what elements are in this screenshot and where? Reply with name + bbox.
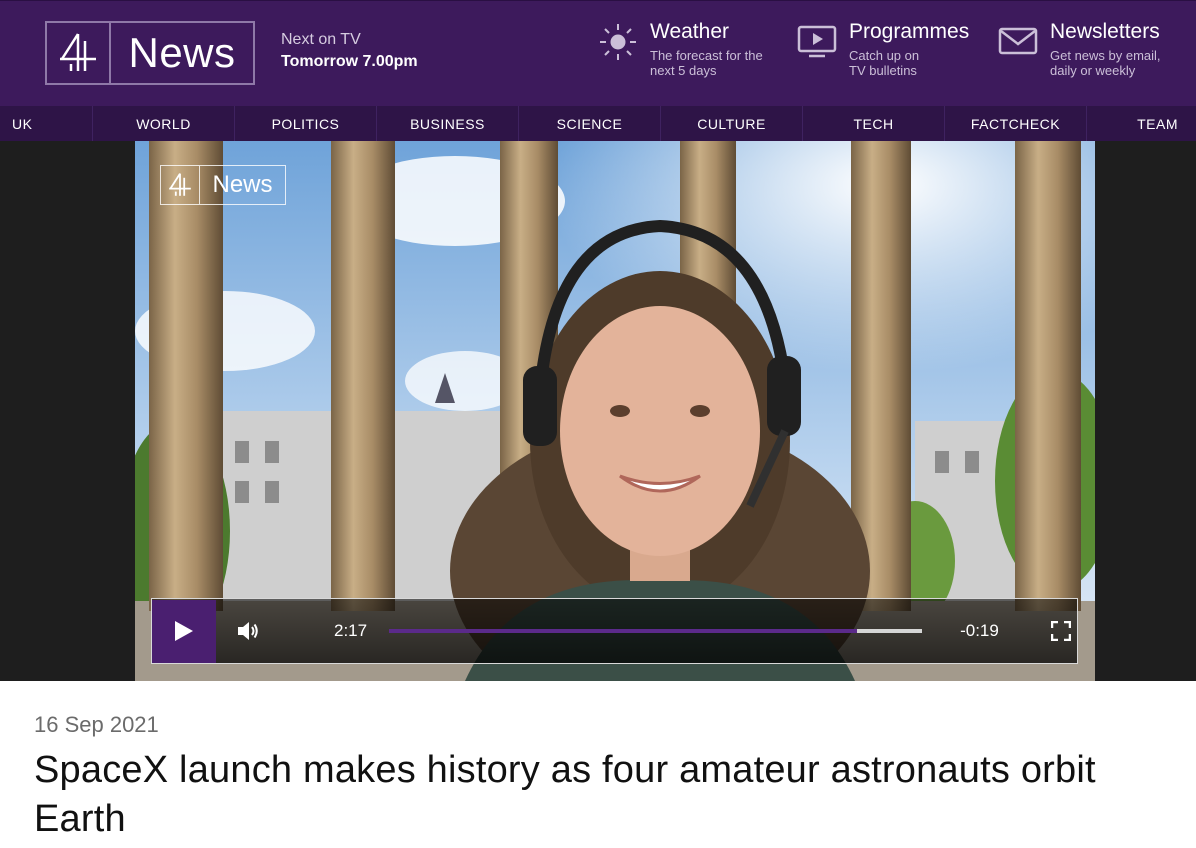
- weather-title: Weather: [650, 20, 729, 43]
- logo-word: News: [128, 29, 236, 76]
- fullscreen-icon[interactable]: [1050, 621, 1071, 641]
- weather-link[interactable]: Weather The forecast for the next 5 days: [598, 20, 763, 78]
- nav-item-business[interactable]: BUSINESS: [377, 106, 519, 141]
- sun-icon: [600, 24, 636, 60]
- nav-item-factcheck[interactable]: FACTCHECK: [945, 106, 1087, 141]
- next-on-tv-label: Next on TV: [281, 31, 361, 48]
- channel4-watermark-icon: [161, 166, 200, 204]
- nav-item-tech[interactable]: TECH: [803, 106, 945, 141]
- play-button[interactable]: [152, 599, 216, 663]
- nav-item-team[interactable]: TEAM: [1087, 106, 1196, 141]
- newsletters-title: Newsletters: [1050, 20, 1160, 43]
- next-on-tv-time: Tomorrow 7.00pm: [281, 53, 418, 70]
- video-player-area: News 2:17 -0:19: [0, 141, 1196, 681]
- envelope-icon: [998, 27, 1038, 55]
- watermark-word: News: [212, 171, 273, 198]
- current-time: 2:17: [334, 621, 368, 640]
- play-screen-icon: [797, 25, 837, 58]
- progress-bar[interactable]: [389, 629, 923, 633]
- progress-fill: [389, 629, 858, 633]
- play-icon: [175, 621, 193, 641]
- nav-item-culture[interactable]: CULTURE: [661, 106, 803, 141]
- channel4-news-logo[interactable]: News: [45, 21, 255, 85]
- programmes-subtitle-line1: Catch up on: [849, 48, 920, 63]
- site-header: News Next on TV Tomorrow 7.00pm Weather …: [0, 0, 1196, 106]
- newsletters-link[interactable]: Newsletters Get news by email, daily or …: [998, 20, 1161, 78]
- weather-subtitle-line2: next 5 days: [650, 63, 717, 78]
- video-controls: 2:17 -0:19: [151, 598, 1078, 664]
- programmes-subtitle-line2: TV bulletins: [849, 63, 917, 78]
- nav-item-world[interactable]: WORLD: [93, 106, 235, 141]
- weather-subtitle-line1: The forecast for the: [650, 48, 763, 63]
- next-on-tv[interactable]: Next on TV Tomorrow 7.00pm: [281, 31, 418, 71]
- newsletters-subtitle-line1: Get news by email,: [1050, 48, 1161, 63]
- remaining-time: -0:19: [960, 621, 999, 640]
- newsletters-subtitle-line2: daily or weekly: [1050, 63, 1136, 78]
- programmes-link[interactable]: Programmes Catch up on TV bulletins: [797, 20, 969, 78]
- section-nav: UK WORLD POLITICS BUSINESS SCIENCE CULTU…: [0, 106, 1196, 141]
- video-watermark-logo: News: [160, 165, 286, 205]
- article-date: 16 Sep 2021: [34, 712, 159, 737]
- nav-item-politics[interactable]: POLITICS: [235, 106, 377, 141]
- nav-item-uk[interactable]: UK: [0, 106, 93, 141]
- nav-item-science[interactable]: SCIENCE: [519, 106, 661, 141]
- programmes-title: Programmes: [849, 20, 970, 43]
- channel4-logo-icon: [47, 23, 111, 83]
- article-headline: SpaceX launch makes history as four amat…: [34, 749, 1096, 840]
- volume-icon[interactable]: [236, 619, 260, 643]
